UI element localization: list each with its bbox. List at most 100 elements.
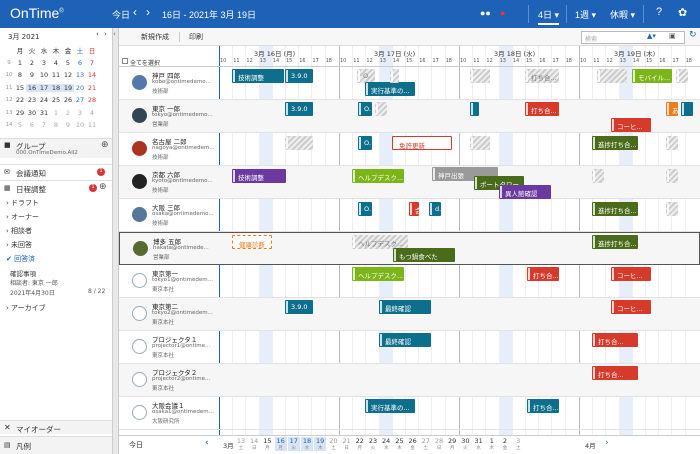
calendar-day[interactable]: 27 <box>74 96 86 104</box>
event-block[interactable] <box>470 136 490 150</box>
gear-icon[interactable]: ✿ <box>678 6 687 19</box>
strip-date[interactable]: 26 金 <box>407 437 419 451</box>
calendar-day[interactable]: 17 <box>38 83 50 92</box>
event-block[interactable]: O. <box>358 102 372 116</box>
event-block[interactable] <box>666 202 678 216</box>
event-block[interactable]: 3.9.0 <box>285 102 313 116</box>
calendar-day[interactable]: 7 <box>38 121 50 129</box>
calendar-day[interactable]: 22 <box>14 96 26 104</box>
calendar-day[interactable]: 19 <box>62 83 74 92</box>
event-block[interactable]: 進捗打ち合... <box>592 235 638 249</box>
today-button[interactable]: 今日 <box>112 8 130 21</box>
calendar-day[interactable]: 11 <box>50 71 62 79</box>
event-block[interactable] <box>597 69 627 83</box>
calendar-day[interactable]: 25 <box>50 96 62 104</box>
strip-date[interactable]: 19 木 <box>314 437 327 451</box>
calendar-day[interactable]: 8 <box>50 121 62 129</box>
event-block[interactable]: 最終確認 <box>379 333 431 347</box>
calendar-day[interactable]: 5 <box>62 59 74 67</box>
calendar-day[interactable]: 9 <box>26 71 38 79</box>
calendar-day[interactable]: 10 <box>38 71 50 79</box>
calendar-day[interactable]: 28 <box>86 96 98 104</box>
event-block[interactable]: 進捗打ち合... <box>592 136 638 150</box>
calendar-day[interactable]: 9 <box>62 121 74 129</box>
calendar-day[interactable]: 3 <box>74 109 86 117</box>
event-block[interactable]: 打ち合... <box>592 333 638 347</box>
calendar-day[interactable]: 5 <box>14 121 26 129</box>
add-schedule-icon[interactable]: ⊕ <box>99 182 107 192</box>
event-block[interactable] <box>390 69 399 83</box>
calendar-day[interactable]: 14 <box>86 71 98 79</box>
tree-draft[interactable]: › ドラフト <box>6 198 39 208</box>
event-block[interactable] <box>676 69 688 83</box>
calendar-next-icon[interactable]: › <box>104 30 107 38</box>
calendar-day[interactable]: 10 <box>74 121 86 129</box>
event-block[interactable]: ヘルプデスク... <box>352 235 408 249</box>
view-week-select[interactable]: 1週 ▾ <box>575 8 596 21</box>
event-block[interactable]: 打ち合... <box>525 69 559 83</box>
calendar-day[interactable]: 7 <box>86 59 98 67</box>
calendar-day[interactable]: 3 <box>38 59 50 67</box>
strip-date[interactable]: 18 水 <box>301 437 313 451</box>
event-block[interactable] <box>592 169 604 183</box>
help-icon[interactable]: ? <box>656 6 662 18</box>
calendar-day[interactable]: 1 <box>50 109 62 117</box>
calendar-day[interactable]: 30 <box>26 109 38 117</box>
calendar-day[interactable]: 4 <box>50 59 62 67</box>
tree-owner[interactable]: › オーナー <box>6 212 39 222</box>
strip-date[interactable]: 21 日 <box>341 437 353 451</box>
strip-date[interactable]: 13 土 <box>235 437 247 451</box>
calendar-day[interactable]: 20 <box>74 84 86 92</box>
event-block[interactable]: 3.9.0 <box>285 300 313 314</box>
calendar-day[interactable]: 31 <box>38 109 50 117</box>
event-block[interactable]: 健康診断 <box>232 235 272 249</box>
event-block[interactable] <box>681 102 693 116</box>
event-block[interactable]: 打ち合... <box>592 366 638 380</box>
event-block[interactable]: あ <box>666 102 678 116</box>
event-block[interactable]: d. <box>429 202 441 216</box>
event-block[interactable] <box>666 169 678 183</box>
event-block[interactable] <box>285 136 313 150</box>
strip-date[interactable]: 29 月 <box>446 437 458 451</box>
calendar-day[interactable]: 24 <box>38 96 50 104</box>
tree-archive[interactable]: › アーカイブ <box>6 303 46 313</box>
status-icon[interactable]: ● <box>500 8 505 18</box>
event-block[interactable]: 進捗打ち合... <box>592 202 638 216</box>
refresh-icon[interactable]: ↻ <box>689 30 697 40</box>
calendar-day[interactable]: 1 <box>14 59 26 67</box>
strip-date[interactable]: 27 土 <box>420 437 432 451</box>
calendar-day[interactable]: 26 <box>62 96 74 104</box>
calendar-day[interactable]: 18 <box>50 83 62 92</box>
event-block[interactable]: O. <box>357 69 375 83</box>
calendar-day[interactable]: 4 <box>86 109 98 117</box>
event-block[interactable]: 打ち合... <box>527 267 559 281</box>
event-block[interactable]: 3.9.0 <box>285 69 313 83</box>
event-block[interactable]: コーヒ... <box>611 267 651 281</box>
strip-date[interactable]: 25 木 <box>393 437 405 451</box>
strip-date[interactable]: 22 月 <box>354 437 366 451</box>
event-block[interactable] <box>470 102 479 116</box>
strip-date[interactable]: 15 月 <box>261 437 273 451</box>
strip-prev-icon[interactable]: ‹ <box>205 438 209 448</box>
event-block[interactable]: 免許更新 <box>392 136 452 150</box>
calendar-day[interactable]: 11 <box>86 121 98 129</box>
add-group-icon[interactable]: ⊕ <box>101 140 109 150</box>
confirm-item-title[interactable]: 確認事項 <box>10 268 36 278</box>
strip-date[interactable]: 28 日 <box>433 437 445 451</box>
person-filter-icon[interactable]: ▲▾ <box>647 32 656 40</box>
calendar-day[interactable]: 23 <box>26 96 38 104</box>
strip-next-icon[interactable]: › <box>605 438 609 448</box>
strip-date[interactable]: 3土 <box>512 437 524 451</box>
event-block[interactable]: 実行基準の... <box>365 82 415 96</box>
strip-date[interactable]: 20 土 <box>327 437 339 451</box>
strip-date[interactable]: 30 火 <box>459 437 471 451</box>
people-icon[interactable]: ●● <box>480 8 491 18</box>
strip-date[interactable]: 24 水 <box>380 437 392 451</box>
event-block[interactable]: ヘルプデスク... <box>352 169 404 183</box>
event-block[interactable]: コーヒ... <box>611 118 651 132</box>
event-block[interactable]: 打ち合... <box>527 399 559 413</box>
calendar-day[interactable]: 6 <box>26 121 38 129</box>
new-button[interactable]: 新規作成 <box>141 32 169 42</box>
calendar-day[interactable]: 2 <box>26 59 38 67</box>
holiday-select[interactable]: 休暇 ▾ <box>610 8 635 21</box>
